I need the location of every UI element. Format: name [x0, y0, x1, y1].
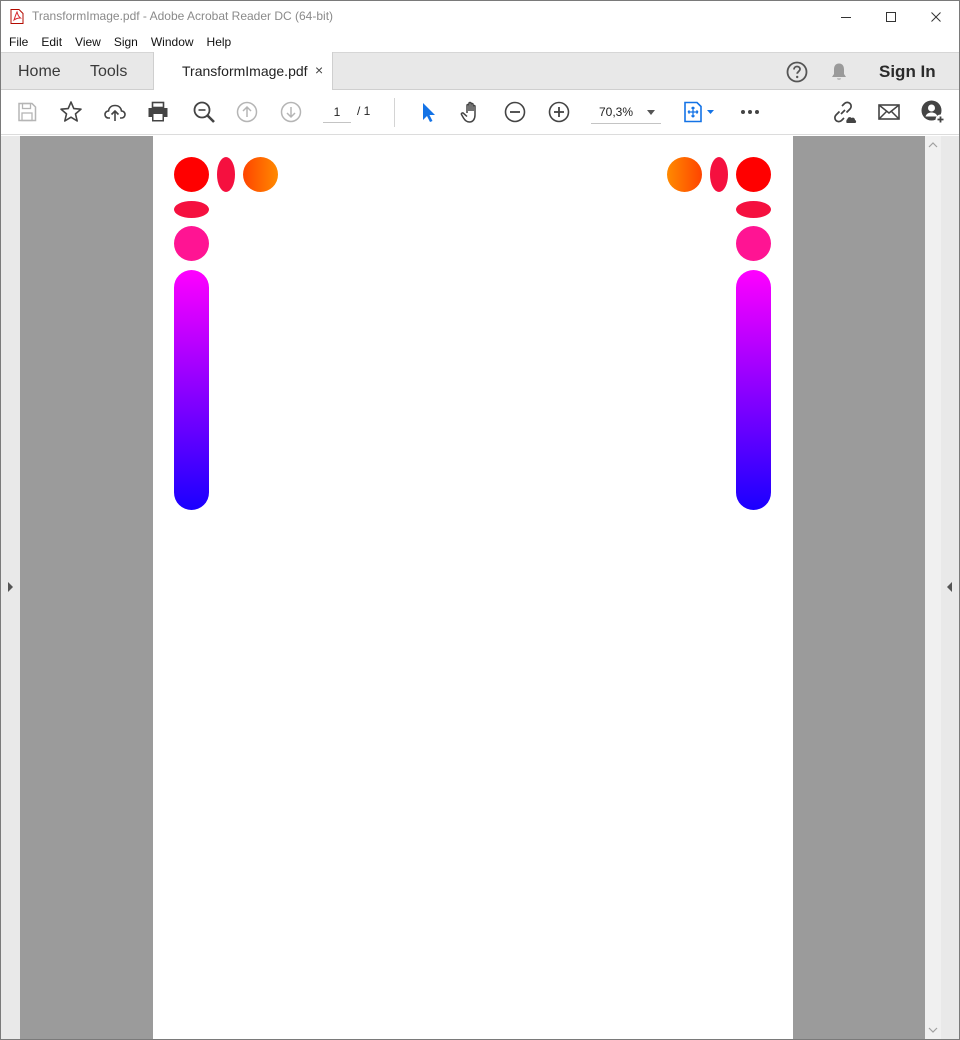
tab-document[interactable]: TransformImage.pdf × — [153, 52, 333, 90]
orange-circle-top-right — [667, 157, 702, 192]
close-icon — [931, 11, 941, 22]
scroll-up-icon[interactable] — [928, 141, 938, 149]
narrow-ellipse-top-left — [217, 157, 235, 192]
minimize-button[interactable] — [823, 1, 869, 32]
pdf-page — [153, 136, 793, 1039]
share-link-button[interactable] — [831, 100, 857, 124]
previous-page-icon — [236, 101, 258, 123]
red-circle-top-right — [736, 157, 771, 192]
email-icon — [878, 104, 900, 120]
menu-edit[interactable]: Edit — [34, 32, 68, 52]
share-link-icon — [834, 101, 857, 123]
select-tool-button[interactable] — [415, 100, 441, 124]
gradient-bar-right — [736, 270, 771, 510]
vertical-scrollbar[interactable] — [925, 136, 941, 1039]
narrow-ellipse-top-right — [710, 157, 728, 192]
right-panel-collapsed[interactable] — [941, 136, 959, 1039]
menu-sign[interactable]: Sign — [107, 32, 144, 52]
help-icon[interactable] — [785, 60, 809, 84]
zoom-search-icon — [193, 101, 215, 123]
bookmark-star-icon — [60, 101, 82, 122]
tab-bar: Home Tools TransformImage.pdf × Sign In — [1, 52, 959, 90]
close-window-button[interactable] — [913, 1, 959, 32]
document-viewport[interactable] — [20, 136, 925, 1039]
more-tools-button[interactable] — [737, 100, 763, 124]
save-icon — [18, 102, 37, 122]
window-title: TransformImage.pdf - Adobe Acrobat Reade… — [32, 9, 334, 23]
zoom-in-icon — [548, 101, 570, 123]
hand-tool-icon — [460, 101, 476, 123]
document-tab-label: TransformImage.pdf — [182, 63, 308, 79]
expand-right-panel-icon[interactable] — [947, 582, 952, 592]
tab-home[interactable]: Home — [18, 53, 61, 90]
zoom-value: 70,3% — [599, 105, 634, 119]
notifications-bell-icon[interactable] — [827, 60, 851, 84]
scroll-down-icon[interactable] — [928, 1026, 938, 1034]
next-page-button[interactable] — [278, 100, 304, 124]
menu-file[interactable]: File — [1, 32, 34, 52]
toolbar-divider — [394, 98, 395, 127]
acrobat-window: TransformImage.pdf - Adobe Acrobat Reade… — [0, 0, 960, 1040]
select-cursor-icon — [423, 103, 435, 122]
sign-in-button[interactable]: Sign In — [879, 62, 936, 82]
upload-button[interactable] — [102, 100, 128, 124]
menu-view[interactable]: View — [68, 32, 107, 52]
left-panel-collapsed[interactable] — [1, 136, 20, 1039]
upload-cloud-icon — [104, 104, 126, 121]
find-button[interactable] — [191, 100, 217, 124]
fit-page-icon — [684, 101, 714, 123]
toolbar: 1 / 1 70,3% — [1, 90, 959, 135]
save-button[interactable] — [14, 100, 40, 124]
pink-circle-left — [174, 226, 209, 261]
maximize-button[interactable] — [868, 1, 914, 32]
chevron-down-icon — [647, 110, 655, 115]
title-bar: TransformImage.pdf - Adobe Acrobat Reade… — [1, 1, 959, 32]
bookmark-button[interactable] — [58, 100, 84, 124]
close-tab-icon[interactable]: × — [315, 62, 323, 78]
fit-page-button[interactable] — [681, 100, 717, 124]
pink-circle-right — [736, 226, 771, 261]
gradient-bar-left — [174, 270, 209, 510]
acrobat-app-icon — [10, 9, 24, 24]
menu-window[interactable]: Window — [144, 32, 200, 52]
zoom-in-button[interactable] — [546, 100, 572, 124]
flat-ellipse-right — [736, 201, 771, 218]
more-icon — [741, 110, 759, 114]
zoom-level-dropdown[interactable]: 70,3% — [591, 100, 661, 124]
print-button[interactable] — [145, 100, 171, 124]
red-circle-top-left — [174, 157, 209, 192]
tab-tools[interactable]: Tools — [90, 53, 127, 90]
maximize-icon — [886, 11, 896, 22]
zoom-out-button[interactable] — [502, 100, 528, 124]
expand-left-panel-icon[interactable] — [8, 582, 13, 592]
previous-page-button[interactable] — [234, 100, 260, 124]
page-total: / 1 — [357, 104, 371, 118]
menu-help[interactable]: Help — [200, 32, 238, 52]
flat-ellipse-left — [174, 201, 209, 218]
page-number-input[interactable]: 1 — [323, 101, 351, 123]
menu-bar: File Edit View Sign Window Help — [1, 32, 959, 52]
email-button[interactable] — [876, 100, 902, 124]
orange-circle-top-left — [243, 157, 278, 192]
add-user-icon — [921, 100, 946, 125]
add-user-button[interactable] — [920, 100, 946, 125]
hand-tool-button[interactable] — [458, 100, 484, 124]
print-icon — [148, 101, 168, 122]
next-page-icon — [280, 101, 302, 123]
zoom-out-icon — [504, 101, 526, 123]
minimize-icon — [841, 16, 851, 18]
